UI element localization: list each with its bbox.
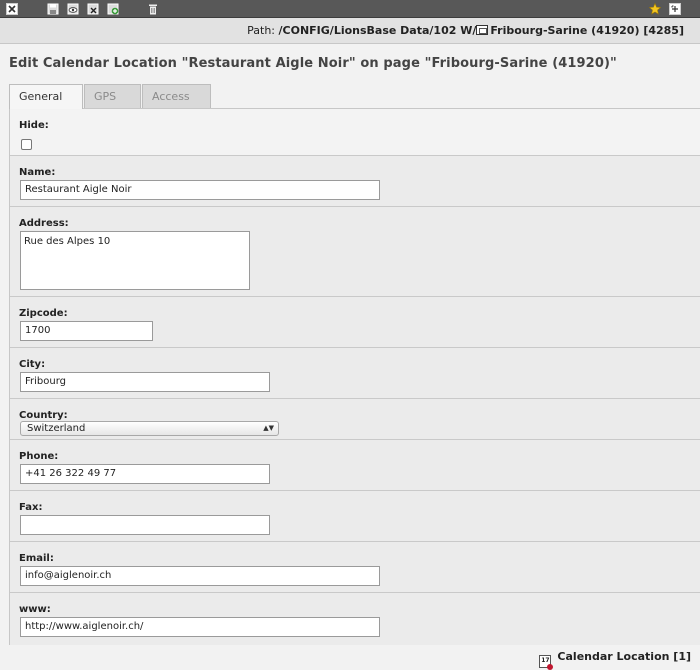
address-label: Address: bbox=[19, 218, 69, 229]
path-folder: /CONFIG/LionsBase Data/102 W/ bbox=[278, 24, 477, 37]
email-input[interactable]: info@aiglenoir.ch bbox=[20, 566, 380, 586]
record-reference-label: Calendar Location [1] bbox=[557, 650, 691, 663]
close-icon[interactable] bbox=[5, 2, 19, 16]
www-input[interactable]: http://www.aiglenoir.ch/ bbox=[20, 617, 380, 637]
fax-row: Fax: bbox=[10, 491, 700, 542]
page-icon bbox=[476, 25, 489, 35]
name-label: Name: bbox=[19, 167, 56, 178]
path-bar: Path: /CONFIG/LionsBase Data/102 W/Fribo… bbox=[0, 18, 700, 44]
calendar-icon: 17 bbox=[539, 655, 554, 670]
path-label: Path: bbox=[247, 24, 276, 37]
tab-general[interactable]: General bbox=[9, 84, 83, 109]
save-and-close-icon[interactable] bbox=[86, 2, 100, 16]
page-title: Edit Calendar Location "Restaurant Aigle… bbox=[9, 56, 617, 71]
phone-input[interactable]: +41 26 322 49 77 bbox=[20, 464, 270, 484]
open-new-window-icon[interactable] bbox=[668, 2, 682, 16]
country-selected-value: Switzerland bbox=[27, 423, 86, 434]
phone-row: Phone: +41 26 322 49 77 bbox=[10, 440, 700, 491]
city-row: City: Fribourg bbox=[10, 348, 700, 399]
name-input[interactable]: Restaurant Aigle Noir bbox=[20, 180, 380, 200]
hide-checkbox[interactable] bbox=[21, 139, 32, 150]
tab-gps[interactable]: GPS bbox=[84, 84, 141, 109]
tab-access[interactable]: Access bbox=[142, 84, 211, 109]
www-label: www: bbox=[19, 604, 51, 615]
chevron-updown-icon: ▲▼ bbox=[263, 424, 274, 432]
delete-icon[interactable] bbox=[146, 2, 160, 16]
hide-label: Hide: bbox=[19, 120, 49, 131]
country-row: Country: Switzerland ▲▼ bbox=[10, 399, 700, 440]
top-toolbar bbox=[0, 0, 700, 18]
fax-label: Fax: bbox=[19, 502, 43, 513]
zipcode-row: Zipcode: 1700 bbox=[10, 297, 700, 348]
address-textarea[interactable]: Rue des Alpes 10 bbox=[20, 231, 250, 290]
www-row: www: http://www.aiglenoir.ch/ bbox=[10, 593, 700, 646]
record-reference: 17 Calendar Location [1] bbox=[539, 650, 691, 670]
zipcode-label: Zipcode: bbox=[19, 308, 68, 319]
email-row: Email: info@aiglenoir.ch bbox=[10, 542, 700, 593]
path-page: Fribourg-Sarine (41920) [4285] bbox=[490, 24, 684, 37]
shortcut-star-icon[interactable] bbox=[648, 2, 662, 16]
country-label: Country: bbox=[19, 410, 68, 421]
city-input[interactable]: Fribourg bbox=[20, 372, 270, 392]
phone-label: Phone: bbox=[19, 451, 59, 462]
email-label: Email: bbox=[19, 553, 54, 564]
save-and-view-icon[interactable] bbox=[66, 2, 80, 16]
hide-row: Hide: bbox=[10, 109, 700, 156]
fax-input[interactable] bbox=[20, 515, 270, 535]
country-select[interactable]: Switzerland ▲▼ bbox=[20, 421, 279, 436]
zipcode-input[interactable]: 1700 bbox=[20, 321, 153, 341]
footer: 17 Calendar Location [1] bbox=[0, 645, 700, 670]
address-row: Address: Rue des Alpes 10 bbox=[10, 207, 700, 297]
city-label: City: bbox=[19, 359, 46, 370]
save-icon[interactable] bbox=[46, 2, 60, 16]
name-row: Name: Restaurant Aigle Noir bbox=[10, 156, 700, 207]
edit-form: Hide: Name: Restaurant Aigle Noir Addres… bbox=[9, 108, 700, 645]
save-and-new-icon[interactable] bbox=[106, 2, 120, 16]
